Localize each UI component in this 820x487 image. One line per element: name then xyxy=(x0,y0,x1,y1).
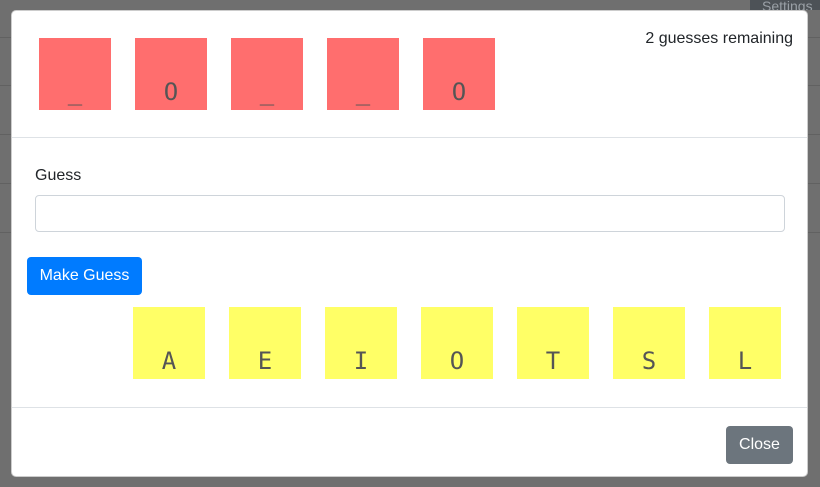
guess-input[interactable] xyxy=(35,195,785,232)
letter-tile: E xyxy=(229,307,301,379)
letter-tile: O xyxy=(421,307,493,379)
letter-tile: L xyxy=(709,307,781,379)
word-tile: O xyxy=(423,38,495,110)
background-settings-button: Settings xyxy=(750,0,820,10)
close-button[interactable]: Close xyxy=(726,426,793,464)
make-guess-button[interactable]: Make Guess xyxy=(27,257,142,295)
word-tile: O xyxy=(135,38,207,110)
letter-tile: T xyxy=(517,307,589,379)
word-tile: _ xyxy=(231,38,303,110)
word-tile: _ xyxy=(39,38,111,110)
word-tile: _ xyxy=(327,38,399,110)
guesses-remaining-text: 2 guesses remaining xyxy=(645,30,793,47)
letter-tile: I xyxy=(325,307,397,379)
modal-footer: Close xyxy=(12,407,807,478)
revealed-word-tiles: _ O _ _ O xyxy=(39,38,519,110)
guess-modal: _ O _ _ O 2 guesses remaining Guess Make… xyxy=(11,10,808,477)
guessed-letters-tiles: A E I O T S L xyxy=(133,307,805,379)
guess-label: Guess xyxy=(35,167,82,184)
letter-tile: S xyxy=(613,307,685,379)
modal-header: _ O _ _ O 2 guesses remaining xyxy=(12,11,807,138)
letter-tile: A xyxy=(133,307,205,379)
